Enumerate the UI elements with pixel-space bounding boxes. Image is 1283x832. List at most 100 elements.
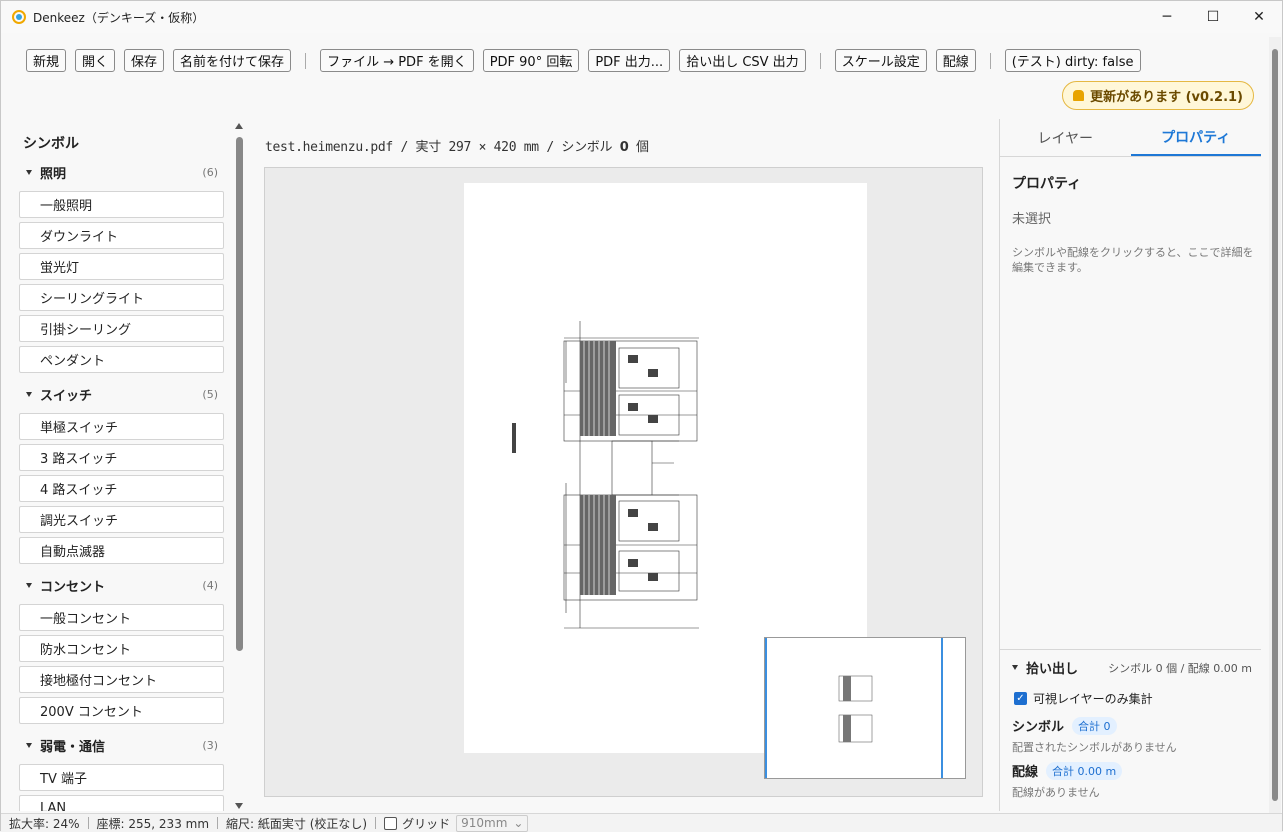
symbol-item[interactable]: 一般コンセント <box>19 604 224 631</box>
category-name: スイッチ <box>40 389 93 404</box>
chevron-down-icon: ⌄ <box>513 816 524 830</box>
toolbar-separator <box>305 52 307 69</box>
save-button[interactable]: 保存 <box>124 49 165 72</box>
window-scrollbar[interactable] <box>1269 37 1281 813</box>
symbols-total-badge: 合計 0 <box>1072 716 1117 735</box>
symbol-item[interactable]: ダウンライト <box>19 222 224 249</box>
minimap[interactable] <box>764 637 966 779</box>
symbol-item[interactable]: 接地極付コンセント <box>19 666 224 693</box>
scale-settings-button[interactable]: スケール設定 <box>834 49 927 72</box>
csv-export-button[interactable]: 拾い出し CSV 出力 <box>679 49 806 72</box>
wiring-button[interactable]: 配線 <box>935 49 976 72</box>
symbol-item[interactable]: 引掛シーリング <box>19 315 224 342</box>
category-name: 弱電・通信 <box>40 740 106 755</box>
symbol-sidebar: シンボル 照明 (6) 一般照明 ダウンライト 蛍光灯 シーリングライト 引掛シ… <box>11 121 247 811</box>
wiring-total-badge: 合計 0.00 m <box>1046 761 1123 780</box>
symbol-item[interactable]: 3 路スイッチ <box>19 444 224 471</box>
grid-label: グリッド <box>402 816 451 831</box>
wiring-label: 配線 <box>1012 765 1039 780</box>
symbol-item[interactable]: LAN <box>19 795 224 811</box>
symbol-item[interactable]: ペンダント <box>19 346 224 373</box>
dirty-test-button[interactable]: (テスト) dirty: false <box>1004 49 1141 72</box>
scroll-down-icon[interactable] <box>235 803 243 809</box>
symbol-item[interactable]: 防水コンセント <box>19 635 224 662</box>
collapse-triangle-icon <box>26 583 32 588</box>
category-count: (4) <box>202 579 218 592</box>
pickup-title: 拾い出し <box>1026 662 1079 677</box>
new-button[interactable]: 新規 <box>26 49 67 72</box>
window-scroll-thumb[interactable] <box>1272 49 1278 801</box>
scale-status: 縮尺: 紙面実寸 (校正なし) <box>226 816 368 831</box>
save-as-button[interactable]: 名前を付けて保存 <box>173 49 292 72</box>
status-separator <box>87 817 89 829</box>
update-badge[interactable]: 更新があります (v0.2.1) <box>1062 81 1254 110</box>
properties-hint: シンボルや配線をクリックすると、ここで詳細を編集できます。 <box>1012 246 1254 274</box>
tab-layers[interactable]: レイヤー <box>1000 119 1131 156</box>
pickup-header[interactable]: 拾い出し シンボル 0 個 / 配線 0.00 m <box>1012 658 1252 677</box>
symbol-item[interactable]: 4 路スイッチ <box>19 475 224 502</box>
document-filename: test.heimenzu.pdf <box>265 140 393 155</box>
symbol-item[interactable]: 調光スイッチ <box>19 506 224 533</box>
symbol-item[interactable]: 自動点滅器 <box>19 537 224 564</box>
right-panel: レイヤー プロパティ プロパティ 未選択 シンボルや配線をクリックすると、ここで… <box>999 119 1261 811</box>
pdf-rotate-button[interactable]: PDF 90° 回転 <box>482 49 580 72</box>
symbol-item[interactable]: 単極スイッチ <box>19 413 224 440</box>
title-bar: Denkeez（デンキーズ・仮称） ─ ☐ ✕ <box>1 1 1282 33</box>
visible-layers-only-option[interactable]: ✓ 可視レイヤーのみ集計 <box>1014 690 1153 707</box>
app-logo-icon <box>12 10 26 24</box>
grid-size-value: 910mm <box>461 816 508 830</box>
cursor-coords: 座標: 255, 233 mm <box>96 816 210 831</box>
tab-properties[interactable]: プロパティ <box>1130 119 1261 156</box>
collapse-triangle-icon <box>1012 665 1018 670</box>
minimap-view <box>765 638 943 778</box>
category-header[interactable]: 照明 (6) <box>19 161 224 184</box>
grid-size-select[interactable]: 910mm ⌄ <box>456 814 529 832</box>
symbol-item[interactable]: 一般照明 <box>19 191 224 218</box>
category-header[interactable]: コンセント (4) <box>19 574 224 597</box>
selection-status: 未選択 <box>1012 212 1052 227</box>
category-header[interactable]: 弱電・通信 (3) <box>19 734 224 757</box>
symbol-item[interactable]: 蛍光灯 <box>19 253 224 280</box>
app-window: Denkeez（デンキーズ・仮称） ─ ☐ ✕ 新規 開く 保存 名前を付けて保… <box>0 0 1283 832</box>
open-file-as-pdf-button[interactable]: ファイル → PDF を開く <box>320 49 474 72</box>
right-panel-tabs: レイヤー プロパティ <box>1000 119 1261 157</box>
scroll-up-icon[interactable] <box>235 123 243 129</box>
open-button[interactable]: 開く <box>75 49 116 72</box>
pickup-summary: シンボル 0 個 / 配線 0.00 m <box>1108 661 1252 675</box>
symbol-count-unit: 個 <box>628 140 649 155</box>
bell-icon <box>1073 90 1085 101</box>
category-header[interactable]: スイッチ (5) <box>19 383 224 406</box>
toolbar-separator <box>989 52 991 69</box>
symbol-list: 照明 (6) 一般照明 ダウンライト 蛍光灯 シーリングライト 引掛シーリング … <box>19 161 224 811</box>
close-button[interactable]: ✕ <box>1236 1 1282 33</box>
status-separator <box>375 817 377 829</box>
category-count: (6) <box>202 166 218 179</box>
category-name: 照明 <box>40 167 67 182</box>
status-separator <box>217 817 219 829</box>
window-title: Denkeez（デンキーズ・仮称） <box>33 10 205 25</box>
symbol-item[interactable]: 200V コンセント <box>19 697 224 724</box>
symbol-item[interactable]: TV 端子 <box>19 764 224 791</box>
toolbar-buttons: 新規 開く 保存 名前を付けて保存 ファイル → PDF を開く PDF 90°… <box>26 49 1150 72</box>
main-area: test.heimenzu.pdf / 実寸 297 × 420 mm / シン… <box>249 121 997 811</box>
symbols-section: シンボル 合計 0 <box>1012 716 1117 735</box>
properties-title: プロパティ <box>1012 176 1082 192</box>
update-badge-label: 更新があります (v0.2.1) <box>1090 90 1243 105</box>
wiring-empty-text: 配線がありません <box>1012 786 1100 799</box>
sidebar-scrollbar[interactable] <box>235 123 244 809</box>
checkbox-checked-icon[interactable]: ✓ <box>1014 692 1027 705</box>
pdf-export-button[interactable]: PDF 出力... <box>588 49 671 72</box>
wiring-section: 配線 合計 0.00 m <box>1012 761 1123 780</box>
symbols-empty-text: 配置されたシンボルがありません <box>1012 741 1177 754</box>
maximize-button[interactable]: ☐ <box>1190 1 1236 33</box>
sidebar-title: シンボル <box>23 136 79 152</box>
collapse-triangle-icon <box>26 170 32 175</box>
collapse-triangle-icon <box>26 392 32 397</box>
symbol-item[interactable]: シーリングライト <box>19 284 224 311</box>
pickup-panel: 拾い出し シンボル 0 個 / 配線 0.00 m ✓ 可視レイヤーのみ集計 シ… <box>1000 649 1261 811</box>
sidebar-scroll-thumb[interactable] <box>236 137 243 651</box>
symbols-label: シンボル <box>1012 720 1065 735</box>
minimize-button[interactable]: ─ <box>1144 1 1190 33</box>
grid-checkbox[interactable] <box>384 816 398 830</box>
drawing-canvas[interactable] <box>264 167 983 797</box>
